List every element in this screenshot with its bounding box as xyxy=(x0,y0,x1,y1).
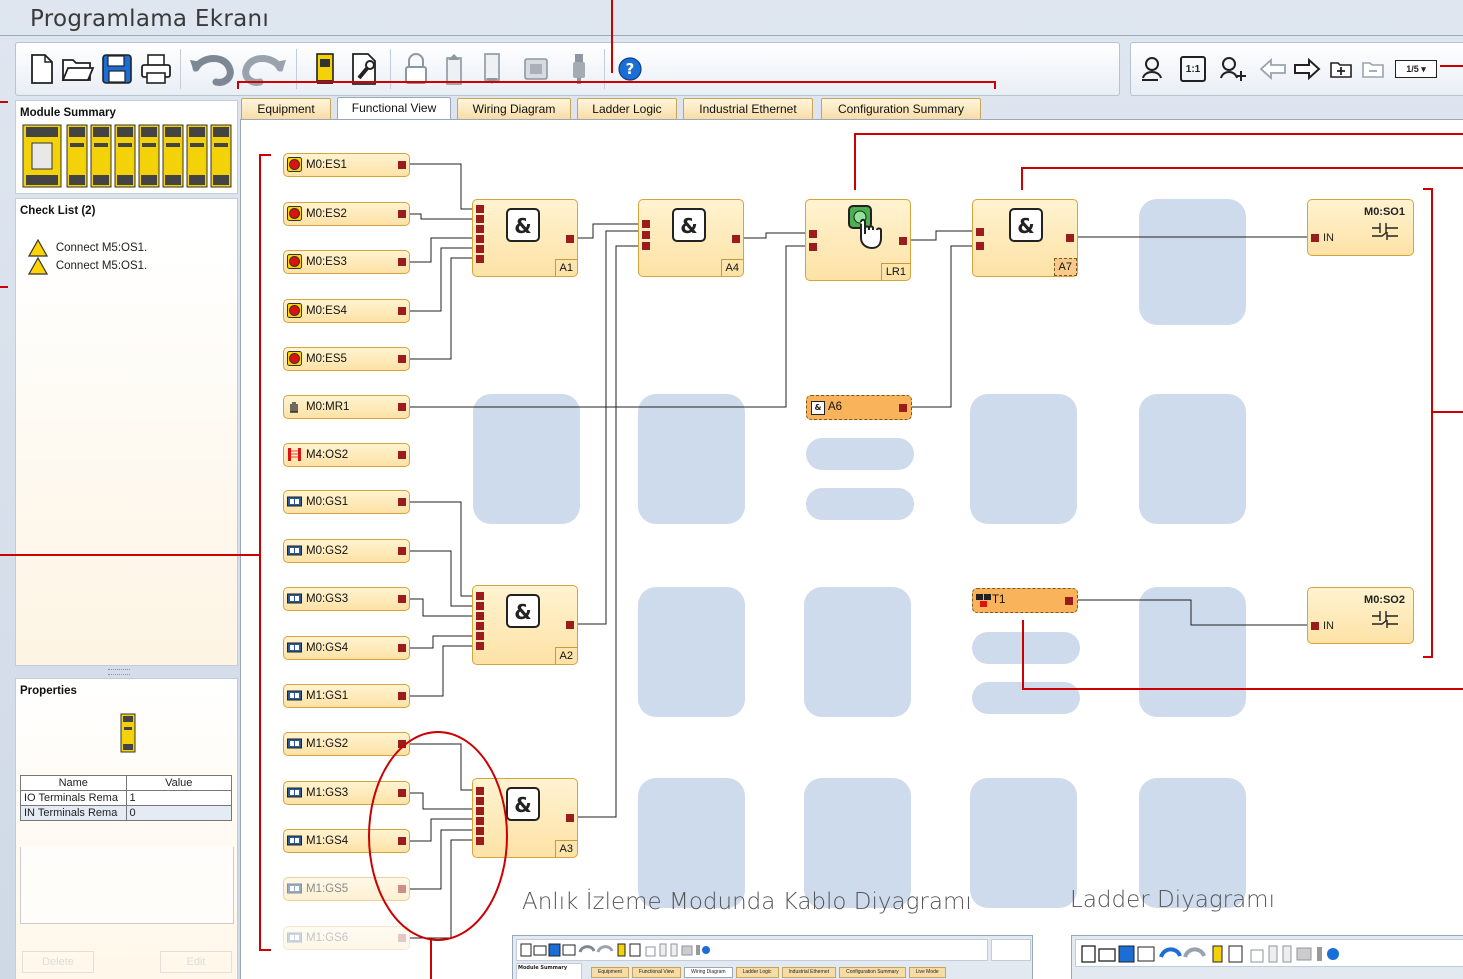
programming-screen: Programlama Ekranı ? 1:1 1/5 ▾ Module Su… xyxy=(0,0,1463,979)
annotation-callouts xyxy=(0,0,1463,979)
